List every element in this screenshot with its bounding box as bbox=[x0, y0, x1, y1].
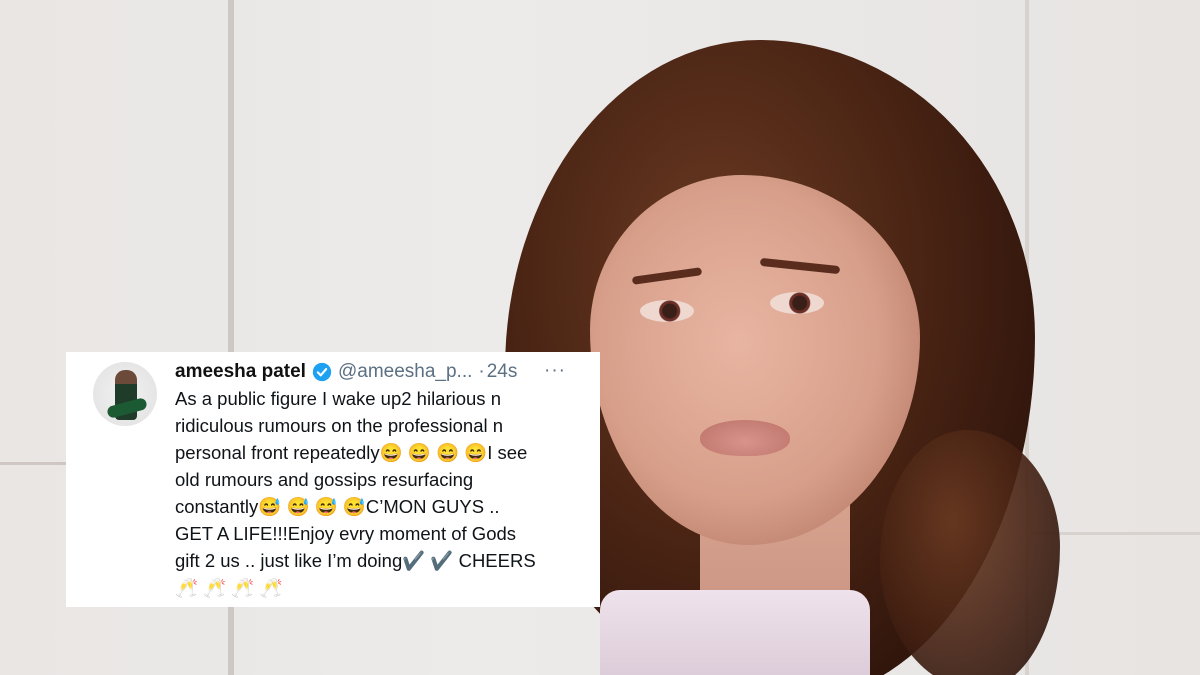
handle[interactable]: @ameesha_p... bbox=[338, 361, 472, 383]
eye-left bbox=[640, 300, 694, 322]
tweet-line: ridiculous rumours on the professional n bbox=[175, 415, 504, 436]
more-icon[interactable]: ··· bbox=[544, 360, 566, 382]
verified-badge-icon bbox=[312, 362, 332, 382]
tweet-line: 🥂 🥂 🥂 🥂 bbox=[175, 577, 283, 598]
hair-lower bbox=[880, 430, 1060, 675]
tweet-line: As a public figure I wake up2 hilarious … bbox=[175, 388, 501, 409]
tweet-line: GET A LIFE!!!Enjoy evry moment of Gods bbox=[175, 523, 517, 544]
tweet-line: constantly😅 😅 😅 😅C’MON GUYS .. bbox=[175, 496, 500, 517]
display-name[interactable]: ameesha patel bbox=[175, 361, 306, 383]
tweet-card[interactable]: ameesha patel @ameesha_p... · 24s ··· As… bbox=[66, 352, 600, 607]
shirt bbox=[600, 590, 870, 675]
eye-right bbox=[770, 292, 824, 314]
timestamp[interactable]: 24s bbox=[487, 361, 518, 383]
lips bbox=[700, 420, 790, 456]
separator-dot: · bbox=[478, 361, 485, 382]
tweet-line: personal front repeatedly😄 😄 😄 😄I see bbox=[175, 442, 528, 463]
tweet-text: As a public figure I wake up2 hilarious … bbox=[175, 385, 595, 601]
tweet-line: gift 2 us .. just like I’m doing✔️ ✔️ CH… bbox=[175, 550, 536, 571]
tweet-line: old rumours and gossips resurfacing bbox=[175, 469, 474, 490]
avatar[interactable] bbox=[93, 362, 157, 426]
tweet-header: ameesha patel @ameesha_p... · 24s ··· bbox=[175, 360, 586, 384]
